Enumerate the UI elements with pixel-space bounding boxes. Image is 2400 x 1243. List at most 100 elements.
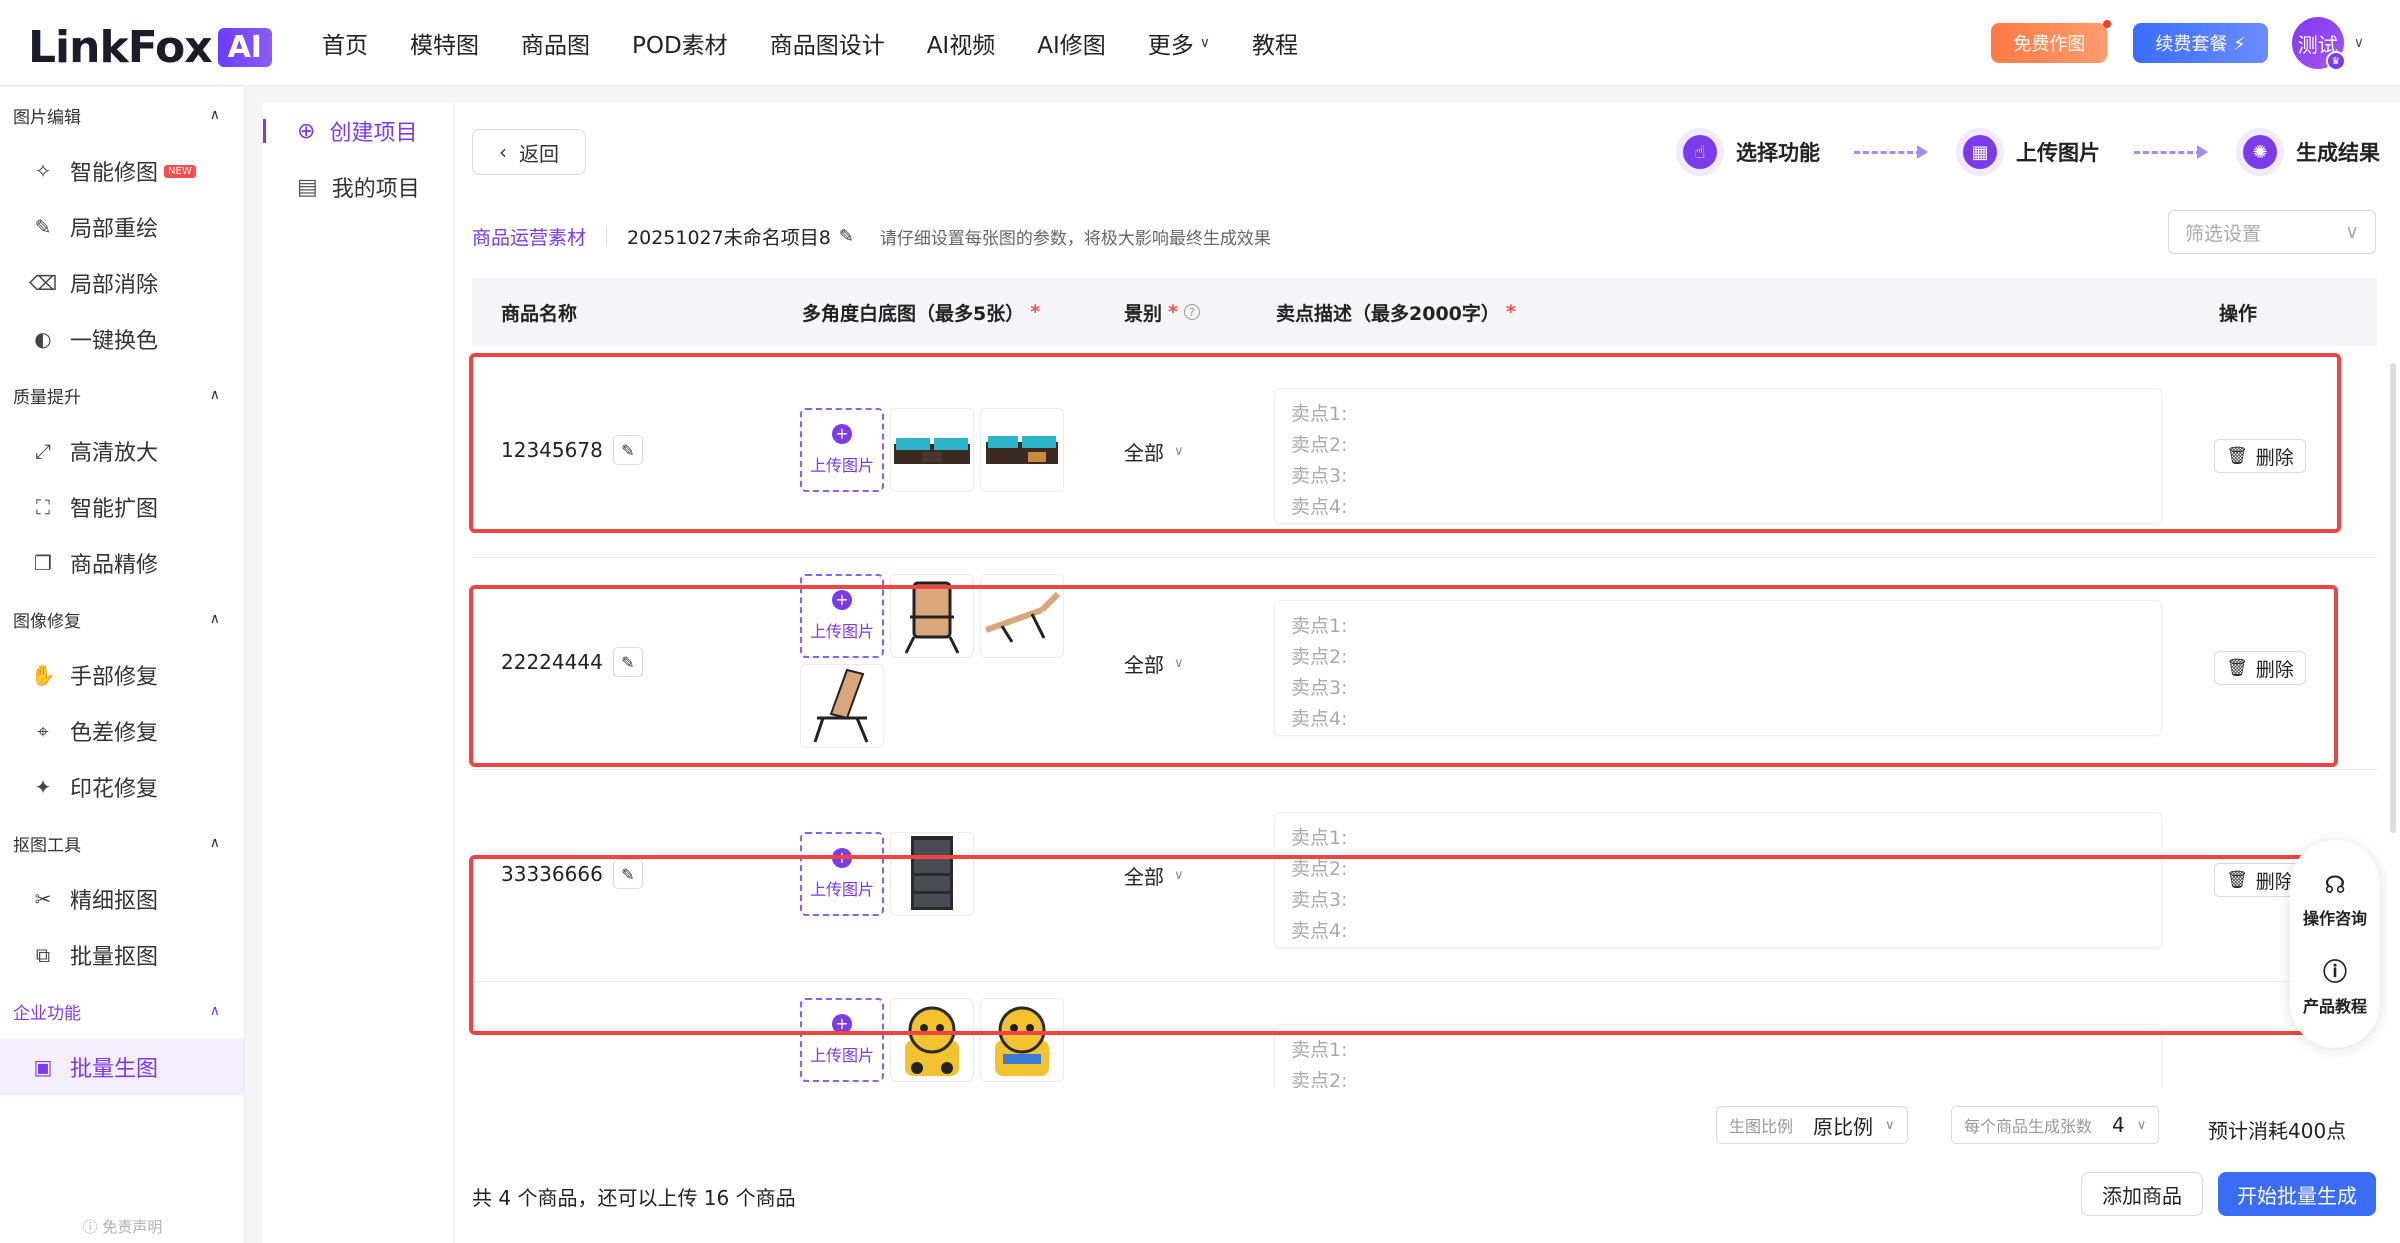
product-thumbnail[interactable]: [890, 832, 974, 916]
sidebar-group-repair[interactable]: 图像修复 ∧: [0, 591, 244, 647]
nav-model-image[interactable]: 模特图: [410, 26, 479, 60]
sidebar-item-batch-cutout[interactable]: ⧉ 批量抠图: [0, 927, 244, 983]
expand-icon: ⛶: [36, 495, 50, 519]
scene-select[interactable]: 全部 ∨: [1124, 649, 1184, 678]
selling-points-textarea[interactable]: 卖点1: 卖点2: 卖点3: 卖点4:: [1274, 388, 2162, 524]
product-thumbnail[interactable]: [980, 998, 1064, 1082]
sidebar-group-quality[interactable]: 质量提升 ∧: [0, 367, 244, 423]
back-button[interactable]: ‹ 返回: [472, 129, 586, 175]
product-name-cell: 33336666 ✎: [501, 859, 643, 889]
nav-tutorial[interactable]: 教程: [1252, 26, 1298, 60]
sidebar-item-upscale[interactable]: ⤢ 高清放大: [0, 423, 244, 479]
nav-pod-assets[interactable]: POD素材: [632, 26, 728, 60]
sidebar-item-hand-repair[interactable]: ✋ 手部修复: [0, 647, 244, 703]
chevron-down-icon[interactable]: ∨: [2354, 35, 2364, 51]
sidebar-item-fine-cutout[interactable]: ✂ 精细抠图: [0, 871, 244, 927]
sidebar-group-enterprise[interactable]: 企业功能 ∧: [0, 983, 244, 1039]
edit-icon[interactable]: ✎: [612, 859, 643, 889]
product-thumbnail[interactable]: [800, 664, 884, 748]
sidebar-item-color-repair[interactable]: ⌖ 色差修复: [0, 703, 244, 759]
magic-wand-icon: ✧: [34, 159, 52, 183]
question-icon: ⓘ: [2322, 957, 2347, 986]
cost-estimate: 预计消耗400点: [2208, 1119, 2347, 1143]
nav-product-image[interactable]: 商品图: [521, 26, 590, 60]
sidebar-group-image-edit[interactable]: 图片编辑 ∧: [0, 87, 244, 143]
help-icon[interactable]: ?: [1183, 304, 1200, 320]
sidebar-item-smart-retouch[interactable]: ✧ 智能修图 NEW: [0, 143, 244, 199]
hand-icon: ✋: [30, 663, 56, 687]
delete-button[interactable]: 🗑 删除: [2214, 651, 2306, 685]
plus-icon: +: [832, 590, 852, 610]
selling-points-textarea[interactable]: 卖点1: 卖点2: 卖点3: 卖点4:: [1274, 812, 2162, 948]
new-badge: NEW: [164, 164, 196, 178]
upload-image-button[interactable]: + 上传图片: [800, 574, 884, 658]
selling-points-textarea[interactable]: 卖点1: 卖点2: 卖点3: 卖点4:: [1274, 600, 2162, 736]
hint-text: 请仔细设置每张图的参数，将极大影响最终生成效果: [879, 228, 1271, 249]
sparkle-icon: ✦: [34, 775, 52, 799]
scrollbar[interactable]: [2390, 363, 2396, 833]
trash-icon: 🗑: [2226, 446, 2248, 466]
sidebar-item-recolor[interactable]: ◐ 一键换色: [0, 311, 244, 367]
edit-icon[interactable]: ✎: [612, 435, 643, 465]
nav-ai-retouch[interactable]: AI修图: [1037, 26, 1106, 60]
scene-select[interactable]: 全部 ∨: [1124, 437, 1184, 466]
sidebar-item-local-redraw[interactable]: ✎ 局部重绘: [0, 199, 244, 255]
step-select-function: ☝ 选择功能: [1676, 128, 1820, 176]
nav-home[interactable]: 首页: [322, 26, 368, 60]
disclaimer-link[interactable]: ⓘ 免责声明: [0, 1216, 245, 1237]
chevron-down-icon: ∨: [2345, 221, 2359, 243]
count-select[interactable]: 每个商品生成张数 4 ∨: [1951, 1106, 2160, 1144]
product-thumbnail[interactable]: [890, 574, 974, 658]
plus-circle-icon: ⊕: [297, 118, 316, 144]
user-avatar[interactable]: 测试 ♛: [2291, 17, 2346, 71]
step-results: ✺ 生成结果: [2236, 128, 2380, 176]
subnav-create-project[interactable]: ⊕ 创建项目: [263, 103, 453, 159]
product-thumbnail[interactable]: [980, 574, 1064, 658]
add-product-button[interactable]: 添加商品: [2081, 1172, 2203, 1216]
linkfox-logo[interactable]: LinkFox AI: [28, 22, 272, 73]
upload-image-icon: ▦: [1963, 135, 1997, 169]
image-list: + 上传图片: [800, 998, 1070, 1088]
edit-icon[interactable]: ✎: [612, 647, 643, 677]
product-name-cell: 22224444 ✎: [501, 647, 643, 677]
upload-image-button[interactable]: + 上传图片: [800, 832, 884, 916]
sidebar-group-cutout[interactable]: 抠图工具 ∧: [0, 815, 244, 871]
sidebar-item-print-repair[interactable]: ✦ 印花修复: [0, 759, 244, 815]
start-batch-button[interactable]: 开始批量生成: [2218, 1172, 2376, 1216]
progress-steps: ☝ 选择功能 ▦ 上传图片 ✺ 生成结果: [1676, 125, 2380, 179]
sidebar-item-batch-generate[interactable]: ▣ 批量生图: [0, 1039, 244, 1095]
category-link[interactable]: 商品运营素材: [472, 223, 586, 250]
nav-more[interactable]: 更多 ∨: [1148, 26, 1210, 60]
chevron-down-icon: ∨: [2136, 1117, 2147, 1133]
chevron-up-icon: ∧: [209, 387, 220, 403]
top-navbar: LinkFox AI 首页 模特图 商品图 POD素材 商品图设计 AI视频 A…: [0, 0, 2400, 86]
ratio-select[interactable]: 生图比例 原比例 ∨: [1716, 1106, 1908, 1144]
lightbulb-icon: ✺: [2243, 135, 2277, 169]
consult-button[interactable]: ☊ 操作咨询: [2303, 871, 2367, 929]
free-create-button[interactable]: 免费作图: [1991, 20, 2112, 63]
sidebar-item-local-erase[interactable]: ⌫ 局部消除: [0, 255, 244, 311]
product-thumbnail[interactable]: [980, 408, 1064, 492]
plus-icon: +: [832, 424, 852, 444]
product-thumbnail[interactable]: [890, 998, 974, 1082]
sidebar-item-refine[interactable]: ❐ 商品精修: [0, 535, 244, 591]
renew-plan-button[interactable]: 续费套餐 ⚡: [2133, 23, 2268, 63]
plus-icon: +: [832, 848, 852, 868]
scene-select[interactable]: 全部 ∨: [1124, 861, 1184, 890]
filter-select[interactable]: 筛选设置 ∨: [2168, 210, 2376, 254]
selling-points-textarea[interactable]: 卖点1: 卖点2:: [1274, 1024, 2162, 1090]
tutorial-button[interactable]: ⓘ 产品教程: [2303, 952, 2367, 1017]
floating-help-panel: ☊ 操作咨询 ⓘ 产品教程: [2290, 840, 2380, 1048]
main-panel: ‹ 返回 ☝ 选择功能 ▦ 上传图片 ✺ 生成结果 商品运营素材 20251027未命名…: [455, 103, 2400, 1243]
nav-ai-video[interactable]: AI视频: [927, 26, 996, 60]
bottom-action-bar: 生图比例 原比例 ∨ 每个商品生成张数 4 ∨ 预计消耗400点 共 4 个商品，还可以…: [455, 1088, 2400, 1243]
upload-image-button[interactable]: + 上传图片: [800, 408, 884, 492]
product-thumbnail[interactable]: [890, 408, 974, 492]
chevron-down-icon: ∨: [1174, 656, 1184, 671]
sidebar-item-expand[interactable]: ⛶ 智能扩图: [0, 479, 244, 535]
upload-image-button[interactable]: + 上传图片: [800, 998, 884, 1082]
delete-button[interactable]: 🗑 删除: [2214, 439, 2306, 473]
edit-icon[interactable]: ✎: [839, 226, 854, 247]
subnav-my-projects[interactable]: ▤ 我的项目: [263, 159, 453, 215]
nav-product-design[interactable]: 商品图设计: [770, 26, 885, 60]
